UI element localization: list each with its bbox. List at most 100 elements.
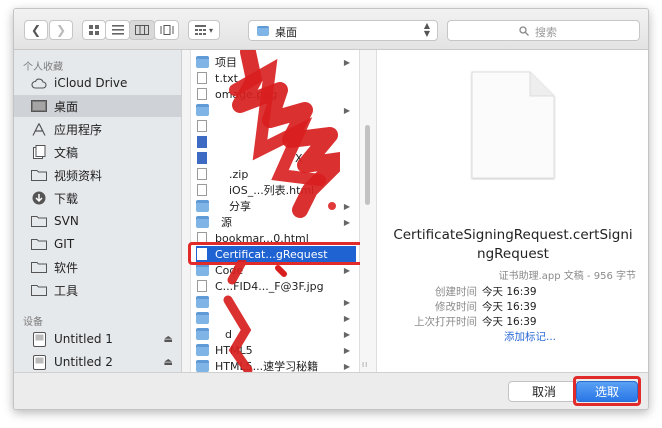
documents-icon (31, 145, 47, 159)
created-value: 今天 16:39 (482, 286, 537, 298)
folder-icon (31, 260, 47, 274)
folder-icon (196, 312, 209, 324)
sidebar-item-software[interactable]: 软件 (14, 256, 181, 278)
sidebar-item-icloud-drive[interactable]: iCloud Drive (14, 72, 181, 94)
sidebar-item-label: 文稿 (54, 145, 79, 160)
sidebar-item-untitled-2[interactable]: Untitled 2 ⏏ (14, 351, 181, 373)
disclosure-arrow-icon: ▶ (343, 361, 350, 371)
column-view-button[interactable] (129, 20, 155, 40)
sidebar-item-label: iCloud Drive (54, 76, 128, 90)
document-icon (471, 71, 555, 179)
sidebar-item-label: 视频资料 (54, 168, 103, 183)
created-row: 创建时间 今天 16:39 (377, 284, 537, 299)
disk-icon (31, 331, 47, 347)
disclosure-arrow-icon: ▶ (343, 57, 350, 67)
folder-icon (196, 56, 209, 68)
sidebar: 个人收藏 iCloud Drive 桌面 应用程序 文稿 视频资料 下载 SVN… (14, 50, 182, 372)
coverflow-view-button[interactable] (154, 20, 179, 40)
disclosure-arrow-icon: ▶ (343, 345, 350, 355)
document-icon (197, 72, 207, 84)
column-resize-grip[interactable]: II (362, 361, 368, 369)
arrange-button[interactable]: ▾ (188, 20, 220, 40)
sidebar-item-applications[interactable]: 应用程序 (14, 118, 181, 140)
search-field[interactable]: 搜索 (447, 20, 640, 41)
sidebar-item-desktop[interactable]: 桌面 (14, 95, 181, 117)
sidebar-item-label: 桌面 (54, 99, 79, 114)
search-icon (519, 26, 529, 36)
arrange-grid-icon (194, 25, 206, 35)
sidebar-item-svn[interactable]: SVN (14, 210, 181, 232)
sidebar-item-videos[interactable]: 视频资料 (14, 164, 181, 186)
chevron-right-icon: ❯ (55, 23, 67, 37)
last-opened-row: 上次打开时间 今天 16:39 (377, 314, 537, 329)
list-view-button[interactable] (105, 20, 130, 40)
open-dialog: ❮ ❯ ▾ 桌面 ▲ ▼ 搜索 个人收藏 iCloud Drive 桌面 应用程… (13, 8, 649, 410)
disclosure-arrow-icon: ▶ (343, 297, 350, 307)
icon-view-button[interactable] (82, 20, 106, 40)
sidebar-item-git[interactable]: GIT (14, 233, 181, 255)
search-placeholder: 搜索 (535, 26, 557, 39)
sidebar-item-label: GIT (54, 237, 75, 251)
toolbar: ❮ ❯ ▾ 桌面 ▲ ▼ 搜索 (14, 9, 648, 50)
disclosure-arrow-icon: ▶ (343, 201, 350, 211)
add-tags-link[interactable]: 添加标记... (504, 329, 556, 344)
back-button[interactable]: ❮ (24, 20, 48, 40)
column-view-icon (135, 25, 149, 35)
location-popup[interactable]: 桌面 ▲ ▼ (248, 20, 438, 41)
applications-icon (31, 122, 47, 136)
last-opened-label: 上次打开时间 (414, 316, 477, 328)
forward-button[interactable]: ❯ (49, 20, 73, 40)
disclosure-arrow-icon: ▶ (343, 313, 350, 323)
disclosure-arrow-icon: ▶ (343, 217, 350, 227)
cancel-button[interactable]: 取消 (508, 381, 580, 402)
disk-icon (31, 354, 47, 370)
sidebar-item-tools[interactable]: 工具 (14, 279, 181, 301)
coverflow-view-icon (160, 25, 173, 35)
file-column: 项目 ▶ t.txt omage.png ▶ X .zip iOS_...列表.h… (182, 50, 360, 372)
list-view-icon (111, 25, 124, 35)
sidebar-item-label: 软件 (54, 260, 79, 275)
cloud-icon (31, 76, 47, 90)
modified-row: 修改时间 今天 16:39 (377, 299, 537, 314)
folder-icon (196, 216, 209, 228)
sidebar-item-documents[interactable]: 文稿 (14, 141, 181, 163)
image-file-icon (197, 280, 207, 292)
redaction-scribble (223, 260, 287, 372)
redaction-scribble (229, 50, 340, 218)
chevron-down-icon: ▾ (208, 25, 213, 35)
sidebar-item-label: Untitled 2 (54, 355, 113, 369)
desktop-icon (31, 99, 47, 113)
scrollbar-thumb[interactable] (365, 125, 370, 205)
preview-kind-size: 证书助理.app 文稿 - 956 字节 (498, 271, 636, 282)
disclosure-arrow-icon: ▶ (343, 105, 350, 115)
updown-arrows-icon: ▲ ▼ (423, 21, 430, 38)
folder-icon (31, 283, 47, 297)
disclosure-arrow-icon: ▶ (343, 265, 350, 275)
image-file-icon (197, 88, 207, 100)
folder-icon (31, 237, 47, 251)
location-label: 桌面 (275, 26, 297, 39)
column-separator (360, 50, 377, 372)
created-label: 创建时间 (435, 286, 477, 298)
preview-pane: CertificateSigningRequest.certSigningReq… (377, 50, 648, 372)
highlight-box-selected-file (188, 242, 369, 265)
sidebar-item-label: 工具 (54, 283, 79, 298)
folder-icon (31, 168, 47, 182)
modified-label: 修改时间 (435, 301, 477, 313)
sidebar-item-label: 应用程序 (54, 122, 103, 137)
sidebar-item-downloads[interactable]: 下载 (14, 187, 181, 209)
downloads-icon (31, 191, 47, 205)
bottom-bar: 取消 选取 (14, 372, 648, 409)
document-icon (197, 120, 207, 132)
html-file-icon (197, 184, 207, 196)
sidebar-item-untitled-1[interactable]: Untitled 1 ⏏ (14, 328, 181, 350)
folder-icon (196, 296, 209, 308)
folder-icon (196, 200, 209, 212)
last-opened-value: 今天 16:39 (482, 316, 537, 328)
modified-value: 今天 16:39 (482, 301, 537, 313)
eject-icon[interactable]: ⏏ (164, 334, 173, 345)
eject-icon[interactable]: ⏏ (164, 357, 173, 368)
icon-view-icon (89, 25, 99, 35)
column-scrollbar[interactable] (182, 50, 191, 372)
highlight-box-choose-button (573, 376, 641, 406)
